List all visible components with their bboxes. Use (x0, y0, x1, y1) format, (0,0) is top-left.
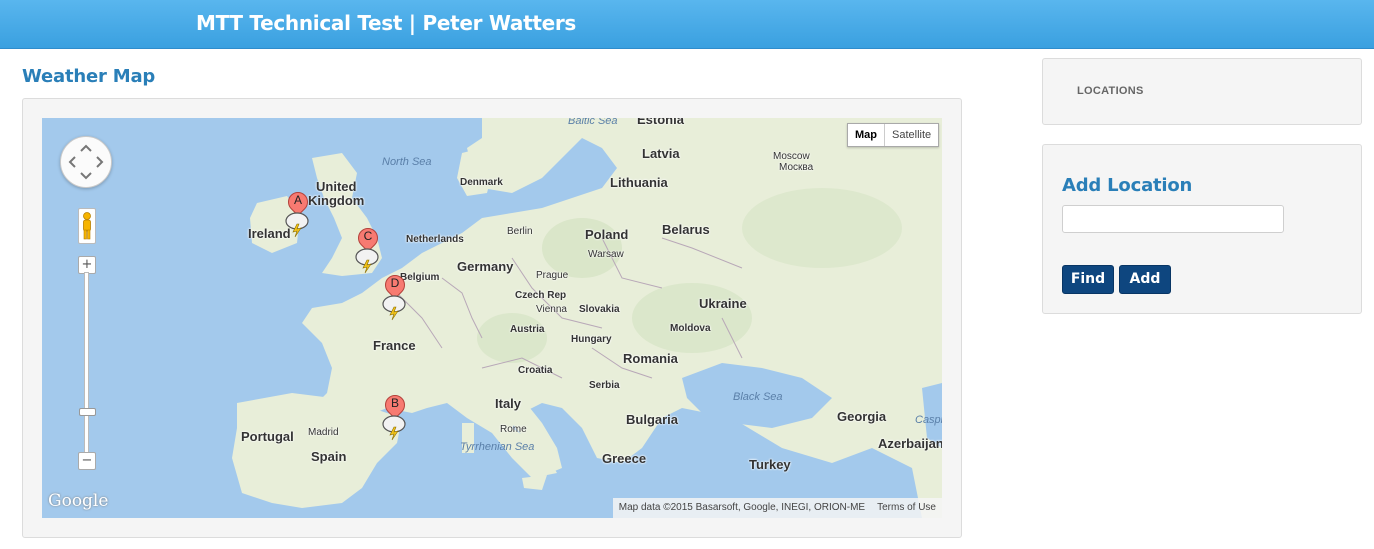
map-label-black-sea: Black Sea (733, 391, 783, 403)
map-label-italy: Italy (495, 396, 522, 411)
thunderstorm-icon (382, 295, 406, 321)
map-label-greece: Greece (602, 451, 647, 466)
map-attribution: Map data ©2015 Basarsoft, Google, INEGI,… (612, 498, 942, 518)
map-label-berlin: Berlin (507, 226, 533, 237)
map-label-vienna: Vienna (536, 304, 567, 315)
map-marker-d[interactable]: D (380, 270, 410, 325)
map-label-georgia: Georgia (837, 409, 887, 424)
locations-panel: LOCATIONS (1042, 58, 1362, 125)
add-location-heading: Add Location (1062, 175, 1193, 196)
map-label-romania: Romania (623, 351, 678, 366)
weather-map-heading: Weather Map (22, 66, 156, 87)
top-header-bar: MTT Technical Test | Peter Watters (0, 0, 1374, 49)
map-marker-c[interactable]: C (353, 223, 383, 278)
map-label-turkey: Turkey (749, 457, 791, 472)
map-label-germany: Germany (457, 259, 514, 274)
map-label-north-sea: North Sea (382, 156, 432, 168)
marker-letter: B (390, 396, 399, 410)
map-label-moldova: Moldova (670, 323, 711, 334)
map-label-tyrrhenian-sea: Tyrrhenian Sea (460, 441, 535, 453)
pegman-icon (83, 212, 91, 240)
marker-letter: A (293, 193, 302, 207)
map-type-satellite-button[interactable]: Satellite (885, 124, 938, 146)
map-label-caspian: Caspia (915, 414, 942, 426)
map-label-estonia: Estonia (637, 118, 684, 127)
map-label-denmark: Denmark (460, 177, 503, 188)
map-type-control: Map Satellite (847, 123, 940, 147)
map-marker-b[interactable]: B (380, 390, 410, 445)
thunderstorm-icon (382, 415, 406, 441)
map-label-madrid: Madrid (308, 427, 339, 438)
map-label-ukraine: Ukraine (699, 296, 747, 311)
weather-map[interactable]: Estonia Baltic Sea Latvia Moscow Москва … (42, 118, 942, 518)
map-label-united-kingdom-1: United (316, 179, 357, 194)
street-view-pegman[interactable] (78, 208, 96, 244)
map-label-croatia: Croatia (518, 365, 553, 376)
map-label-portugal: Portugal (241, 429, 294, 444)
attribution-text: Map data ©2015 Basarsoft, Google, INEGI,… (618, 502, 866, 513)
terms-of-use-link[interactable]: Terms of Use (877, 502, 936, 513)
google-logo: Google (48, 491, 109, 511)
add-location-panel: Add Location Find Add (1042, 144, 1362, 314)
zoom-slider-handle[interactable] (79, 408, 96, 416)
map-label-bulgaria: Bulgaria (626, 412, 679, 427)
map-label-slovakia: Slovakia (579, 304, 620, 315)
map-label-serbia: Serbia (589, 380, 620, 391)
map-label-azerbaijan: Azerbaijan (878, 436, 942, 451)
map-label-france: France (373, 338, 416, 353)
map-label-rome: Rome (500, 424, 527, 435)
location-input[interactable] (1062, 205, 1284, 233)
map-label-austria: Austria (510, 324, 545, 335)
map-label-united-kingdom-2: Kingdom (308, 193, 365, 208)
map-label-belarus: Belarus (662, 222, 710, 237)
map-label-netherlands: Netherlands (406, 234, 464, 245)
map-label-hungary: Hungary (571, 334, 612, 345)
find-button[interactable]: Find (1062, 265, 1114, 294)
map-label-lithuania: Lithuania (610, 175, 668, 190)
pan-control[interactable] (60, 136, 112, 188)
map-label-moscow: Moscow (773, 151, 810, 162)
map-label-poland: Poland (585, 227, 629, 242)
map-label-latvia: Latvia (642, 146, 680, 161)
add-button[interactable]: Add (1119, 265, 1171, 294)
map-label-baltic-sea: Baltic Sea (568, 118, 618, 127)
zoom-slider-track[interactable] (84, 272, 89, 454)
app-title: MTT Technical Test | Peter Watters (196, 11, 577, 35)
pan-arrows-icon (68, 144, 104, 180)
map-label-moscow-ru: Москва (779, 162, 814, 173)
map-label-warsaw: Warsaw (588, 249, 624, 260)
marker-letter: D (390, 276, 400, 290)
zoom-out-button[interactable]: − (78, 452, 96, 470)
map-label-prague: Prague (536, 270, 569, 281)
thunderstorm-icon (355, 248, 379, 274)
locations-header: LOCATIONS (1077, 85, 1144, 97)
marker-letter: C (363, 229, 373, 243)
thunderstorm-icon (285, 212, 309, 238)
map-label-czech-rep: Czech Rep (515, 290, 567, 301)
map-marker-a[interactable]: A (283, 187, 313, 242)
map-type-map-button[interactable]: Map (848, 124, 885, 146)
map-label-spain: Spain (311, 449, 347, 464)
